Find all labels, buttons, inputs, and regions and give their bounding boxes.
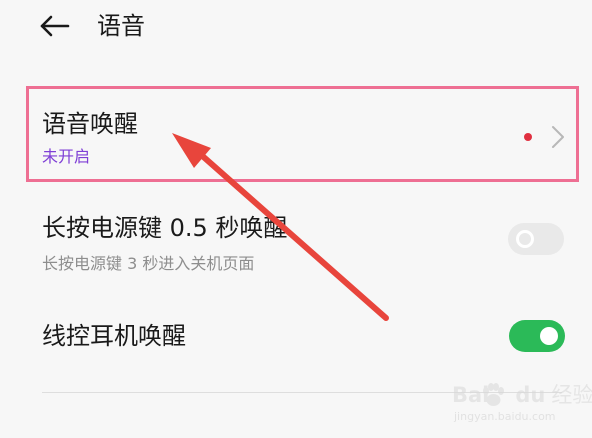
page-title: 语音 [97,12,145,40]
power-key-wake-title: 长按电源键 0.5 秒唤醒 [42,214,288,242]
power-key-wake-toggle[interactable] [508,223,564,255]
divider [42,392,562,393]
headset-wake-row: 线控耳机唤醒 [0,300,592,380]
paw-icon [483,383,504,406]
headset-wake-title: 线控耳机唤醒 [42,322,186,350]
back-button[interactable] [36,8,76,44]
notification-dot [524,133,532,141]
arrow-left-icon [40,15,70,37]
toggle-knob [516,230,534,248]
voice-wake-status: 未开启 [42,147,91,166]
watermark-logo: Bai du 经验 [452,382,592,408]
watermark-url: jingyan.baidu.com [454,410,556,423]
power-key-wake-subtitle: 长按电源键 3 秒进入关机页面 [42,254,255,273]
power-key-wake-row: 长按电源键 0.5 秒唤醒 长按电源键 3 秒进入关机页面 [0,200,592,292]
toggle-knob [540,327,558,345]
header-bar: 语音 [0,0,592,60]
baidu-watermark: Bai du 经验 jingyan.baidu.com [452,380,592,430]
watermark-jingyan: 经验 [551,383,592,407]
voice-wake-title: 语音唤醒 [42,110,138,138]
watermark-bai: Bai [452,383,490,407]
chevron-right-icon [552,126,564,148]
headset-wake-toggle[interactable] [509,320,565,352]
voice-wake-row[interactable]: 语音唤醒 未开启 [0,88,592,186]
watermark-du: du [515,383,546,407]
